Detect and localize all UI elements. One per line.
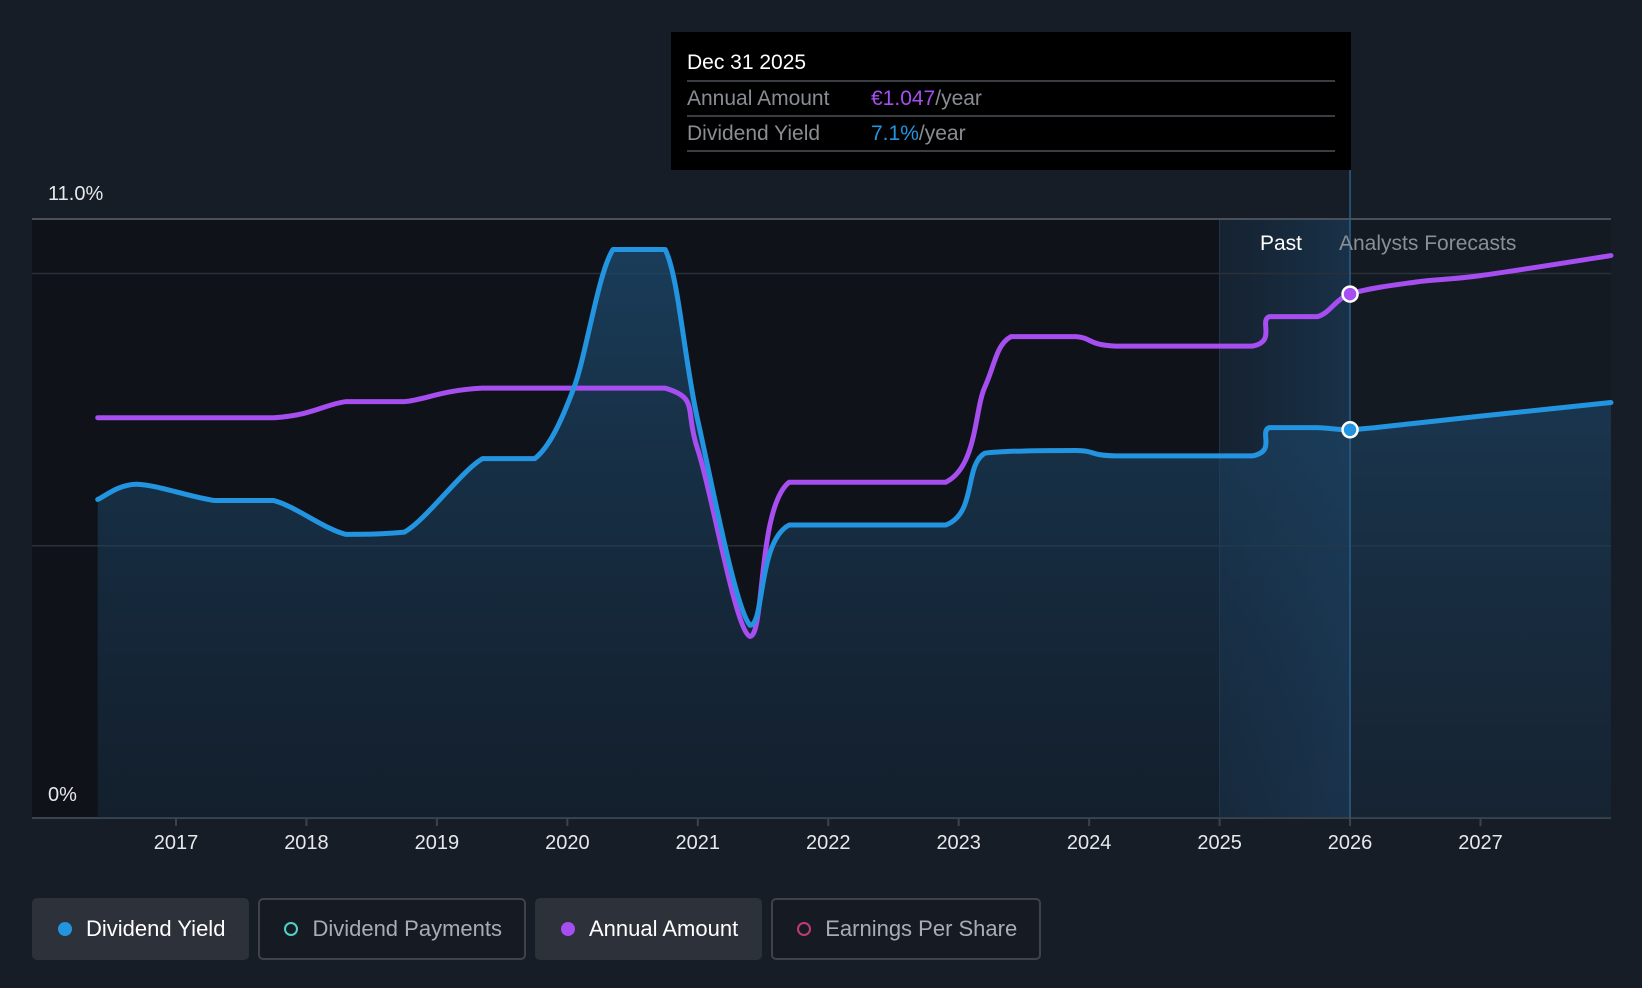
legend-label: Dividend Payments — [312, 916, 502, 942]
tooltip-date: Dec 31 2025 — [687, 46, 1335, 82]
x-tick-label: 2026 — [1328, 832, 1373, 855]
tooltip-unit: /year — [935, 82, 982, 115]
annual-amount-dot-icon — [561, 922, 575, 936]
y-tick-label-max: 11.0% — [48, 183, 103, 206]
x-tick-label: 2027 — [1458, 832, 1503, 855]
dividend-yield-dot-icon — [58, 922, 72, 936]
legend-dividend-yield[interactable]: Dividend Yield — [32, 898, 249, 960]
eps-ring-icon — [797, 922, 811, 936]
legend-label: Annual Amount — [589, 916, 738, 942]
tooltip-unit: /year — [919, 117, 966, 150]
y-tick-label-min: 0% — [48, 784, 77, 807]
tooltip-row-annual-amount: Annual Amount €1.047 /year — [687, 82, 1335, 117]
tooltip-label: Annual Amount — [687, 82, 871, 115]
x-tick-label: 2017 — [154, 832, 199, 855]
x-tick-label: 2024 — [1067, 832, 1112, 855]
x-tick-label: 2021 — [676, 832, 721, 855]
tooltip: Dec 31 2025 Annual Amount €1.047 /year D… — [671, 32, 1351, 170]
x-tick-label: 2018 — [284, 832, 329, 855]
tooltip-row-dividend-yield: Dividend Yield 7.1% /year — [687, 117, 1335, 152]
legend-label: Dividend Yield — [86, 916, 225, 942]
x-tick-label: 2025 — [1197, 832, 1242, 855]
annual-amount-highlight-point — [1343, 287, 1358, 302]
legend-earnings-per-share[interactable]: Earnings Per Share — [771, 898, 1041, 960]
past-label: Past — [1260, 232, 1302, 256]
dividend-payments-ring-icon — [284, 922, 298, 936]
x-tick-label: 2020 — [545, 832, 590, 855]
x-tick-label: 2023 — [936, 832, 981, 855]
legend-dividend-payments[interactable]: Dividend Payments — [258, 898, 526, 960]
x-tick-label: 2019 — [415, 832, 460, 855]
x-tick-label: 2022 — [806, 832, 851, 855]
dividend-yield-highlight-point — [1343, 422, 1358, 437]
tooltip-value: 7.1% — [871, 117, 919, 150]
tooltip-label: Dividend Yield — [687, 117, 871, 150]
forecast-label: Analysts Forecasts — [1339, 232, 1516, 256]
legend: Dividend Yield Dividend Payments Annual … — [32, 898, 1041, 960]
legend-label: Earnings Per Share — [825, 916, 1017, 942]
tooltip-value: €1.047 — [871, 82, 935, 115]
legend-annual-amount[interactable]: Annual Amount — [535, 898, 762, 960]
